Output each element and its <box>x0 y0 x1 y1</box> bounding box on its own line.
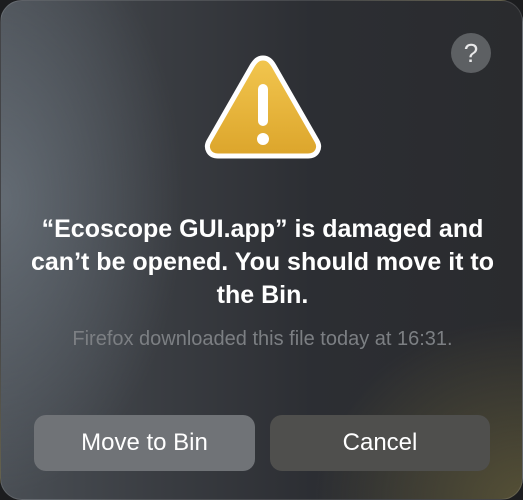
warning-triangle-icon <box>204 55 322 159</box>
move-to-bin-button[interactable]: Move to Bin <box>34 415 255 471</box>
cancel-button[interactable]: Cancel <box>270 415 490 471</box>
question-mark-icon: ? <box>463 38 479 68</box>
dialog-title: “Ecoscope GUI.app” is damaged and can’t … <box>31 215 495 309</box>
dialog-message: Firefox downloaded this file today at 16… <box>72 328 453 350</box>
help-button[interactable]: ? <box>451 33 491 73</box>
alert-dialog: ? “Ecoscope GUI.app” is damaged and can’… <box>0 0 523 500</box>
